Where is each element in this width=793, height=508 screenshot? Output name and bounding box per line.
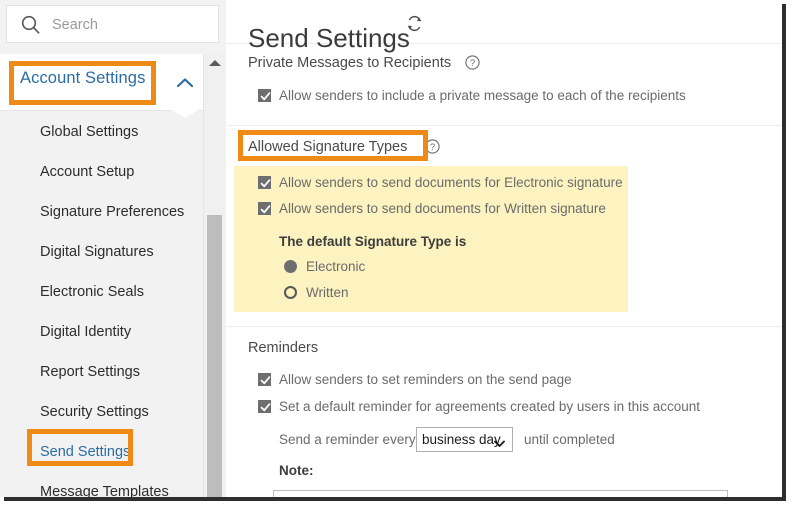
reminder-frequency-select[interactable]: business day xyxy=(416,427,513,452)
page-header: Send Settings xyxy=(226,0,782,44)
triangle-up-icon[interactable] xyxy=(209,60,221,66)
section-heading-private-messages: Private Messages to Recipients xyxy=(248,55,451,71)
section-divider-2 xyxy=(226,326,782,327)
sidebar-item-security-settings[interactable]: Security Settings xyxy=(0,392,203,432)
radio-electronic[interactable] xyxy=(284,260,297,273)
section-divider-1 xyxy=(226,125,782,126)
application-window: Account Settings Global Settings Account… xyxy=(0,0,782,497)
radio-label-electronic: Electronic xyxy=(306,259,365,274)
sidebar-parent-account-settings[interactable]: Account Settings xyxy=(0,54,225,111)
search-box[interactable] xyxy=(6,5,219,43)
sidebar-scrollbar[interactable] xyxy=(203,54,225,497)
sidebar-item-digital-identity[interactable]: Digital Identity xyxy=(0,312,203,352)
refresh-icon[interactable] xyxy=(406,15,423,32)
radio-written[interactable] xyxy=(284,286,297,299)
sidebar-item-digital-signatures[interactable]: Digital Signatures xyxy=(0,232,203,272)
scrollbar-thumb[interactable] xyxy=(207,215,222,497)
search-input[interactable] xyxy=(52,16,202,34)
checkbox-allow-reminders[interactable] xyxy=(258,373,271,386)
help-circle-icon[interactable]: ? xyxy=(425,139,440,154)
note-label: Note: xyxy=(279,463,314,478)
settings-sidebar: Account Settings Global Settings Account… xyxy=(0,0,227,497)
svg-text:?: ? xyxy=(470,58,475,69)
section-heading-reminders: Reminders xyxy=(248,340,318,356)
sidebar-item-signature-preferences[interactable]: Signature Preferences xyxy=(0,192,203,232)
svg-text:?: ? xyxy=(430,142,435,153)
note-input[interactable] xyxy=(273,490,728,497)
sidebar-item-send-settings[interactable]: Send Settings xyxy=(0,432,203,472)
default-signature-type-label: The default Signature Type is xyxy=(279,234,466,249)
checkbox-default-reminder[interactable] xyxy=(258,400,271,413)
sidebar-item-account-setup[interactable]: Account Setup xyxy=(0,152,203,192)
sidebar-item-report-settings[interactable]: Report Settings xyxy=(0,352,203,392)
reminder-frequency-prefix: Send a reminder every xyxy=(279,432,416,447)
radio-label-written: Written xyxy=(306,285,349,300)
option-label-allow-reminders: Allow senders to set reminders on the se… xyxy=(279,372,572,387)
sidebar-item-message-templates[interactable]: Message Templates xyxy=(0,472,203,497)
option-label-default-reminder: Set a default reminder for agreements cr… xyxy=(279,399,700,414)
page-title: Send Settings xyxy=(248,23,410,54)
help-circle-icon[interactable]: ? xyxy=(465,55,480,70)
sidebar-parent-label: Account Settings xyxy=(20,69,145,88)
sidebar-item-global-settings[interactable]: Global Settings xyxy=(0,112,203,152)
option-label-electronic-signature: Allow senders to send documents for Elec… xyxy=(279,175,623,190)
option-label-private-message: Allow senders to include a private messa… xyxy=(279,88,686,103)
search-icon xyxy=(21,15,40,34)
section-heading-allowed-signature-types: Allowed Signature Types xyxy=(248,139,407,155)
checkbox-electronic-signature[interactable] xyxy=(258,176,271,189)
sidebar-nav-list: Global Settings Account Setup Signature … xyxy=(0,112,203,497)
checkbox-private-message[interactable] xyxy=(258,89,271,102)
sidebar-item-electronic-seals[interactable]: Electronic Seals xyxy=(0,272,203,312)
reminder-frequency-suffix: until completed xyxy=(524,432,615,447)
chevron-up-icon[interactable] xyxy=(175,76,195,90)
send-settings-panel: Send Settings Private Messages to Recipi… xyxy=(226,0,782,497)
checkbox-written-signature[interactable] xyxy=(258,202,271,215)
option-label-written-signature: Allow senders to send documents for Writ… xyxy=(279,201,606,216)
